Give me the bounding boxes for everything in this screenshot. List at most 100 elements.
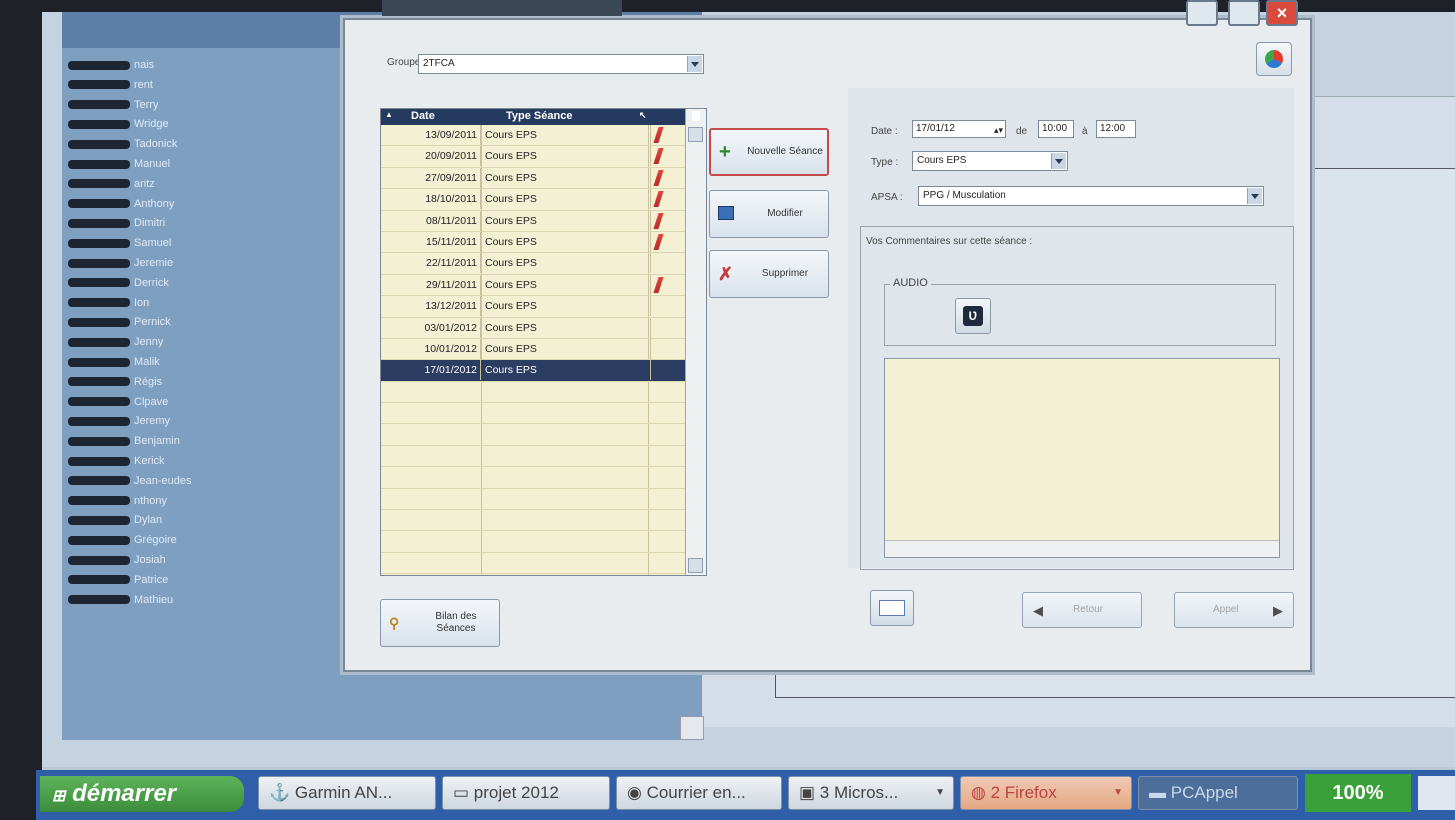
list-item[interactable]: Ion (62, 294, 332, 314)
call-button[interactable]: Appel ▶ (1174, 592, 1294, 628)
maximize-button[interactable] (1228, 0, 1260, 26)
list-item[interactable]: Anthony (62, 195, 332, 215)
close-button[interactable]: × (1266, 0, 1298, 26)
list-item[interactable]: nais (62, 56, 332, 76)
list-item[interactable]: Jean-eudes (62, 472, 332, 492)
empty-row (381, 424, 686, 446)
table-scrollbar[interactable] (685, 109, 706, 575)
firefox-icon: ◍ (971, 783, 991, 802)
empty-row (381, 553, 686, 575)
table-row[interactable]: 17/01/2012 Cours EPS (381, 360, 686, 382)
date-spin-icon[interactable]: ▴▾ (994, 122, 1003, 138)
table-row[interactable]: 27/09/2011 Cours EPS (381, 167, 686, 190)
chevron-down-icon[interactable] (1051, 153, 1066, 169)
redacted-name (68, 258, 130, 268)
app-icon: ⚓ (269, 783, 295, 802)
redacted-name (68, 139, 130, 149)
table-row[interactable]: 13/09/2011 Cours EPS (381, 125, 686, 147)
list-item[interactable]: Josiah (62, 551, 332, 571)
sessions-table[interactable]: ▲ Date Type Séance ↖ 13/09/2011 Cours EPS… (380, 108, 707, 576)
record-audio-button[interactable]: Ʋ (955, 298, 991, 334)
list-item[interactable]: Kerick (62, 452, 332, 472)
redacted-name (68, 218, 130, 228)
student-name: Mathieu (134, 593, 174, 606)
student-name: Jeremy (134, 415, 171, 428)
color-settings-button[interactable] (1256, 42, 1292, 76)
taskbar-item-courrier[interactable]: ◉ Courrier en... (616, 776, 782, 810)
taskbar-item-micros[interactable]: ▣ 3 Micros... ▼ (788, 776, 954, 810)
list-item[interactable]: Tadonick (62, 135, 332, 155)
student-list-scroll-down[interactable] (680, 716, 704, 740)
call-label: Appel (1213, 604, 1239, 615)
table-row[interactable]: 03/01/2012 Cours EPS (381, 317, 686, 339)
chevron-down-icon: ▼ (1113, 787, 1123, 798)
list-item[interactable]: Dimitri (62, 214, 332, 234)
column-type[interactable]: Type Séance (506, 110, 572, 122)
summary-button[interactable]: ⚲ Bilan des Séances (380, 599, 500, 647)
taskbar-item-firefox[interactable]: ◍ 2 Firefox ▼ (960, 776, 1132, 810)
list-item[interactable]: Samuel (62, 234, 332, 254)
student-name: Jean-eudes (134, 474, 192, 487)
row-date: 22/11/2011 (381, 253, 481, 274)
list-item[interactable]: Régis (62, 373, 332, 393)
apsa-select[interactable]: PPG / Musculation (918, 186, 1264, 206)
list-item[interactable]: rent (62, 76, 332, 96)
list-item[interactable]: Pernick (62, 313, 332, 333)
envelope-icon (879, 600, 905, 616)
back-button[interactable]: ◀ Retour (1022, 592, 1142, 628)
taskbar-item-garmin[interactable]: ⚓ Garmin AN... (258, 776, 436, 810)
comments-label: Vos Commentaires sur cette séance : (866, 236, 1033, 247)
list-item[interactable]: Benjamin (62, 432, 332, 452)
audio-group (884, 284, 1276, 346)
list-item[interactable]: Terry (62, 96, 332, 116)
table-row[interactable]: 10/01/2012 Cours EPS (381, 338, 686, 361)
group-select[interactable]: 2TFCA (418, 54, 704, 74)
table-row[interactable]: 15/11/2011 Cours EPS (381, 231, 686, 254)
list-item[interactable]: Wridge (62, 115, 332, 135)
list-item[interactable]: Dylan (62, 511, 332, 531)
type-select[interactable]: Cours EPS (912, 151, 1068, 171)
list-item[interactable]: Jeremie (62, 254, 332, 274)
list-item[interactable]: Derrick (62, 274, 332, 294)
delete-button[interactable]: ✗ Supprimer (709, 250, 829, 298)
list-item[interactable]: Malik (62, 353, 332, 373)
student-list[interactable]: nais rent Terry Wridge Tadonick Manuel antz Ant… (62, 56, 332, 610)
scroll-down-button[interactable] (688, 558, 703, 573)
table-row[interactable]: 13/12/2011 Cours EPS (381, 296, 686, 318)
list-item[interactable]: Manuel (62, 155, 332, 175)
chevron-down-icon[interactable] (1247, 188, 1262, 204)
scroll-up-button[interactable] (688, 127, 703, 142)
horizontal-scrollbar[interactable] (885, 540, 1279, 557)
list-item[interactable]: Jeremy (62, 412, 332, 432)
table-row[interactable]: 20/09/2011 Cours EPS (381, 146, 686, 168)
end-time-field[interactable]: 12:00 (1096, 120, 1136, 138)
edit-button[interactable]: Modifier (709, 190, 829, 238)
column-sort-icon[interactable]: ↖ (639, 110, 647, 121)
date-field[interactable]: 17/01/12 ▴▾ (912, 120, 1006, 138)
list-item[interactable]: Clpave (62, 393, 332, 413)
start-button[interactable]: ⊞ démarrer (40, 776, 244, 812)
column-date[interactable]: Date (411, 110, 435, 122)
pencil-icon (653, 212, 664, 229)
table-row[interactable]: 29/11/2011 Cours EPS (381, 274, 686, 297)
table-row[interactable]: 22/11/2011 Cours EPS (381, 253, 686, 275)
table-row[interactable]: 18/10/2011 Cours EPS (381, 189, 686, 211)
minimize-button[interactable] (1186, 0, 1218, 26)
list-item[interactable]: Grégoire (62, 531, 332, 551)
list-item[interactable]: Jenny (62, 333, 332, 353)
row-date: 29/11/2011 (381, 274, 481, 295)
email-button[interactable] (870, 590, 914, 626)
new-session-button[interactable]: + Nouvelle Séance (709, 128, 829, 176)
list-item[interactable]: antz (62, 175, 332, 195)
list-item[interactable]: nthony (62, 492, 332, 512)
taskbar-item-pcappel[interactable]: ▬ PCAppel (1138, 776, 1298, 810)
empty-row (381, 403, 686, 425)
comments-textarea[interactable] (884, 358, 1280, 558)
list-item[interactable]: Mathieu (62, 591, 332, 611)
list-item[interactable]: Patrice (62, 571, 332, 591)
taskbar-item-projet[interactable]: ▭ projet 2012 (442, 776, 610, 810)
table-row[interactable]: 08/11/2011 Cours EPS (381, 210, 686, 232)
pencil-icon (653, 276, 664, 293)
chevron-down-icon[interactable] (687, 56, 702, 72)
start-time-field[interactable]: 10:00 (1038, 120, 1074, 138)
